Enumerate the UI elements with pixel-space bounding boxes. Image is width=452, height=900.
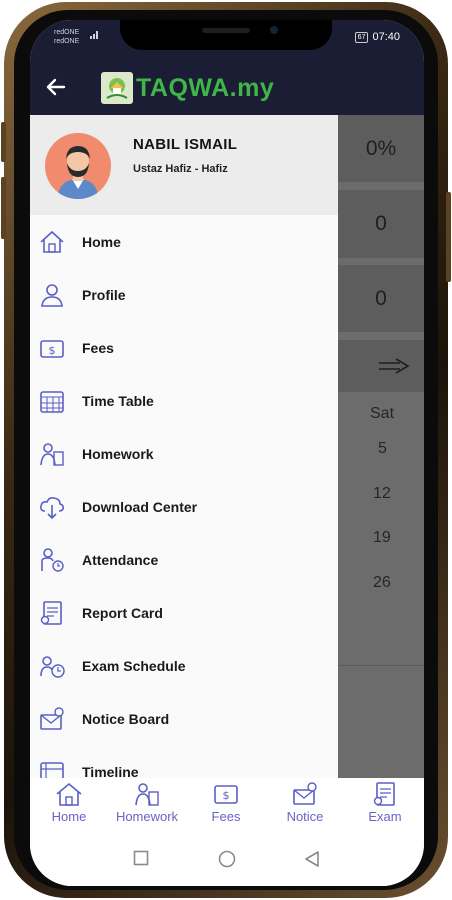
menu-item-homework[interactable]: Homework	[30, 427, 338, 480]
menu-label: Home	[82, 233, 121, 250]
nav-homework[interactable]: Homework	[108, 780, 186, 824]
user-name: NABIL ISMAIL	[133, 136, 238, 153]
download-center-icon	[40, 496, 64, 519]
notice-icon	[293, 782, 317, 805]
square-icon[interactable]	[133, 850, 149, 871]
status-bar: redONE redONE 67 07:40	[30, 20, 424, 65]
notice-board-icon	[40, 706, 64, 730]
day-header-sat: Sat	[370, 405, 395, 422]
app-screen: redONE redONE 67 07:40 TAQWA.my 0% 0 0 S…	[30, 20, 424, 886]
date-cell: 19	[373, 529, 391, 546]
stat-card: 0	[330, 265, 424, 332]
menu-label: Download Center	[82, 498, 198, 515]
system-navigation-bar	[30, 836, 424, 886]
nav-fees[interactable]: $ Fees	[187, 780, 265, 824]
fees-icon: $	[40, 339, 64, 358]
menu-item-report-card[interactable]: Report Card	[30, 586, 338, 639]
nav-home[interactable]: Home	[30, 780, 108, 824]
svg-text:$: $	[49, 344, 56, 357]
power-button	[446, 192, 451, 282]
nav-label: Notice	[286, 809, 324, 824]
nav-label: Home	[51, 809, 87, 824]
date-cell: 26	[373, 574, 391, 591]
menu-label: Attendance	[82, 551, 159, 568]
menu-label: Homework	[82, 445, 154, 462]
carrier-label: redONE redONE	[54, 28, 79, 46]
nav-label: Fees	[211, 809, 241, 824]
volume-button	[1, 177, 6, 239]
menu-item-fees[interactable]: $ Fees	[30, 321, 338, 374]
stat-value: 0	[375, 286, 387, 310]
menu-item-profile[interactable]: Profile	[30, 268, 338, 321]
front-camera	[270, 26, 278, 34]
nav-notice[interactable]: Notice	[266, 780, 344, 824]
menu-label: Report Card	[82, 604, 163, 621]
menu-item-download-center[interactable]: Download Center	[30, 480, 338, 533]
clock: 07:40	[372, 31, 400, 43]
stat-card: 0	[330, 190, 424, 258]
app-bar: TAQWA.my	[30, 65, 424, 115]
home-icon	[56, 782, 82, 806]
app-logo-text: TAQWA.my	[136, 74, 275, 102]
next-arrow-icon	[330, 340, 424, 392]
volume-button	[1, 122, 6, 162]
menu-label: Time Table	[82, 392, 154, 409]
stat-percent-value: 0%	[365, 136, 397, 160]
user-role: Ustaz Hafiz - Hafiz	[133, 163, 228, 175]
date-cell: 12	[373, 485, 391, 502]
camera-notch	[120, 20, 332, 50]
status-right: 67 07:40	[354, 31, 400, 43]
profile-icon	[41, 283, 63, 307]
menu-label: Exam Schedule	[82, 657, 186, 674]
timetable-icon	[40, 390, 64, 413]
circle-icon[interactable]	[218, 850, 236, 873]
drawer-header: NABIL ISMAIL Ustaz Hafiz - Hafiz	[30, 115, 338, 215]
divider	[330, 665, 424, 666]
user-avatar[interactable]	[45, 133, 111, 199]
navigation-drawer: NABIL ISMAIL Ustaz Hafiz - Hafiz Home Pr…	[30, 115, 338, 815]
exam-icon	[373, 782, 395, 806]
menu-label: Fees	[82, 339, 114, 356]
menu-item-notice-board[interactable]: Notice Board	[30, 692, 338, 745]
date-cell: 5	[378, 440, 387, 457]
menu-item-attendance[interactable]: Attendance	[30, 533, 338, 586]
svg-text:$: $	[223, 789, 230, 802]
back-arrow-icon[interactable]	[44, 75, 68, 104]
homework-icon	[135, 783, 159, 806]
report-card-icon	[40, 600, 62, 625]
signal-icon	[90, 30, 100, 42]
nav-label: Exam	[368, 809, 402, 824]
nav-label: Homework	[115, 809, 179, 824]
dashboard-overlay: 0% 0 0 ri Sat 4 1 8 5 5 12 19 26	[330, 115, 424, 785]
stat-value: 0	[375, 212, 387, 235]
menu-label: Notice Board	[82, 710, 170, 727]
fees-icon: $	[214, 785, 238, 804]
stat-card-percent: 0%	[330, 115, 424, 182]
menu-item-time-table[interactable]: Time Table	[30, 374, 338, 427]
home-icon	[40, 230, 64, 253]
speaker-grille	[202, 28, 250, 33]
triangle-back-icon[interactable]	[304, 850, 320, 873]
battery-icon: 67	[354, 31, 369, 43]
attendance-icon	[41, 547, 64, 572]
menu-item-home[interactable]: Home	[30, 215, 338, 268]
menu-item-exam-schedule[interactable]: Exam Schedule	[30, 639, 338, 692]
menu-label: Profile	[82, 286, 126, 303]
nav-exam[interactable]: Exam	[346, 780, 424, 824]
taqwa-logo-icon	[101, 72, 133, 104]
exam-schedule-icon	[40, 655, 65, 678]
bottom-navigation: Home Homework $ Fees Notice Exam	[30, 778, 424, 836]
homework-icon	[40, 442, 64, 466]
carrier-line-2: redONE	[54, 38, 80, 45]
carrier-line-1: redONE	[54, 29, 80, 36]
